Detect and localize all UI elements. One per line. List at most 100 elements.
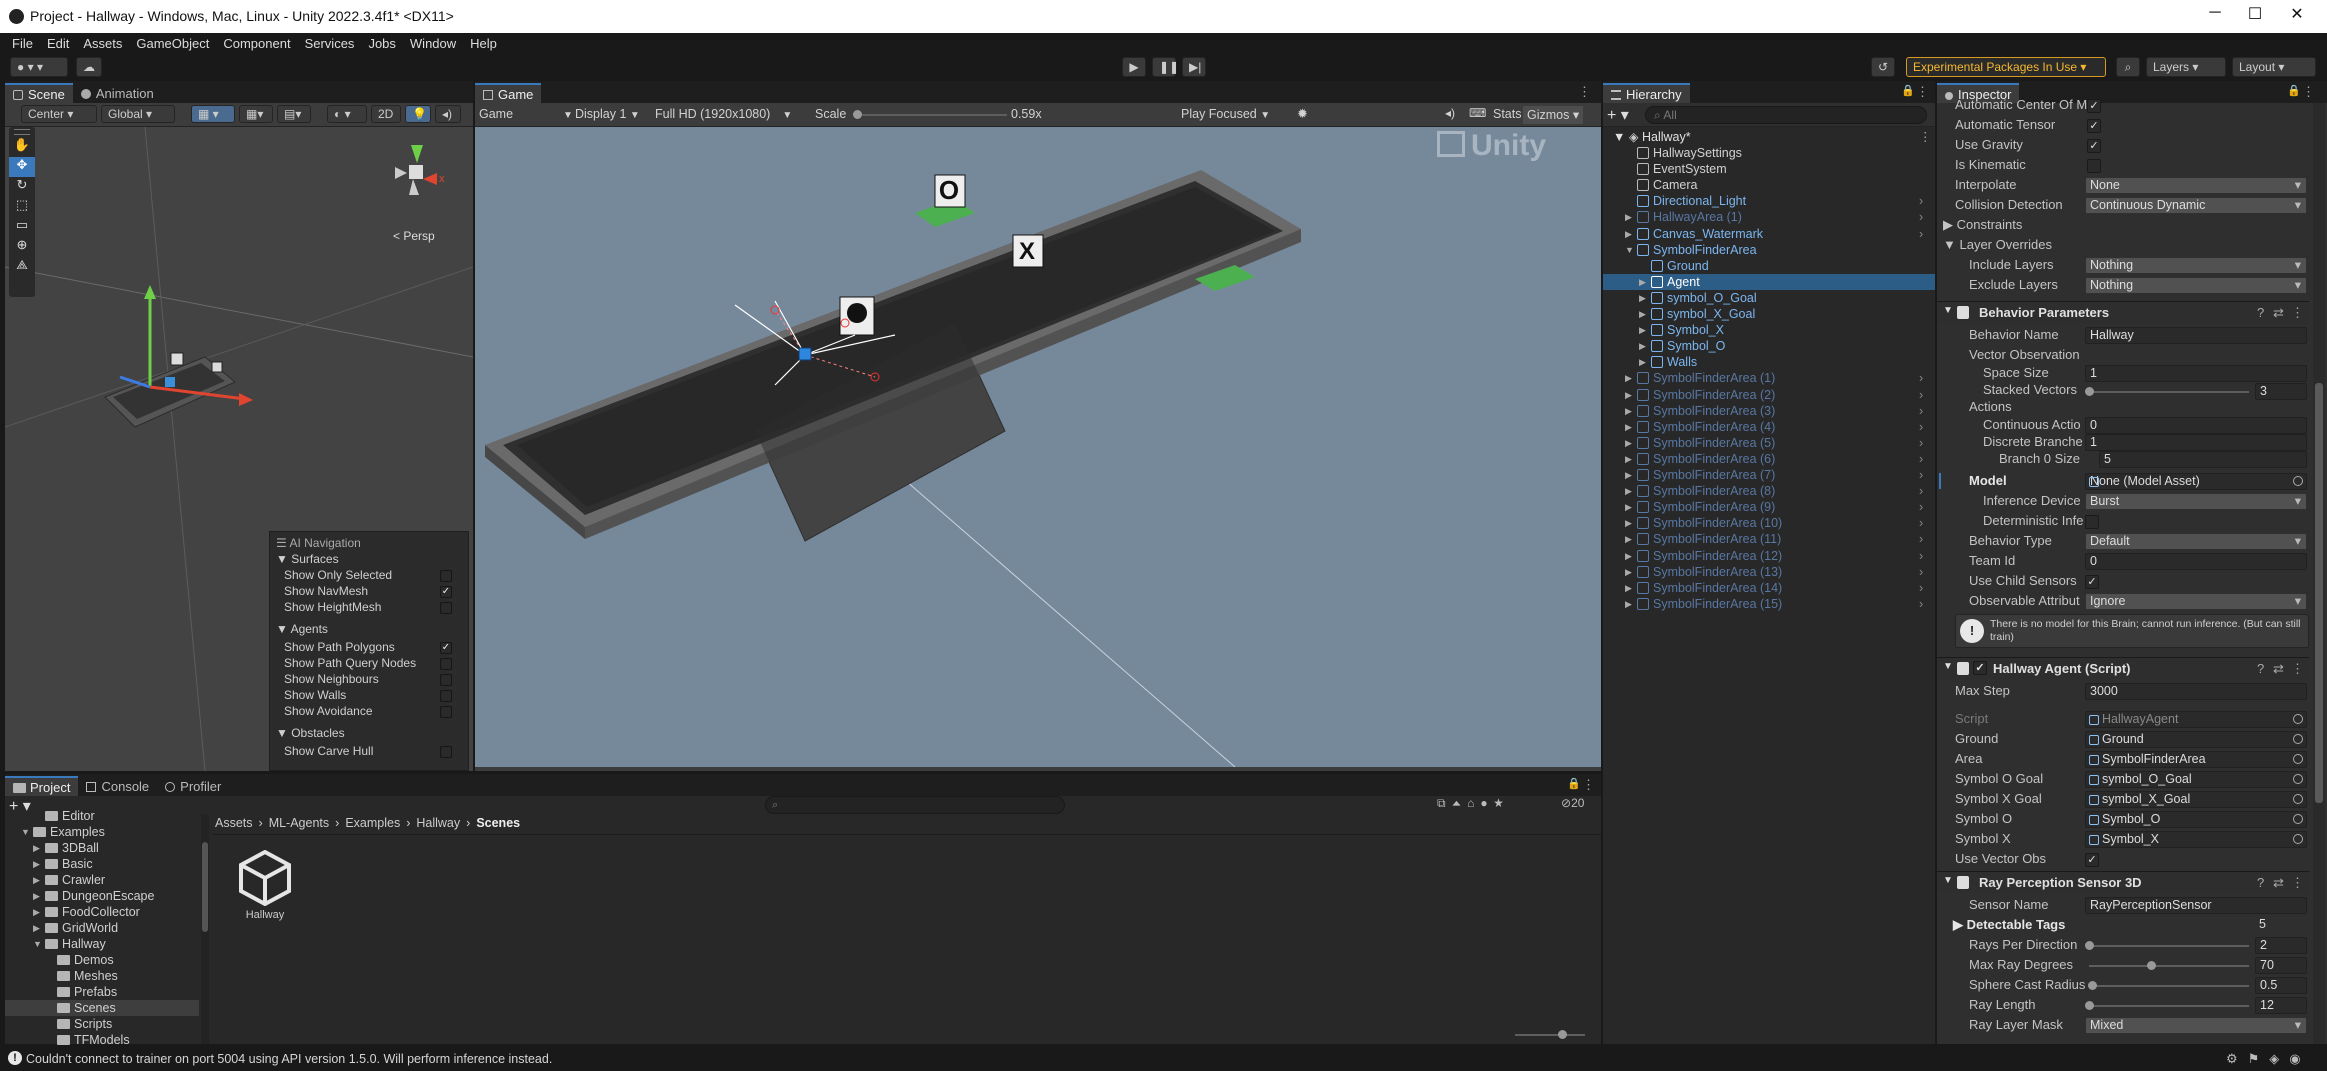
object-picker-icon[interactable] — [2293, 774, 2303, 784]
scale-slider-knob[interactable] — [853, 110, 862, 119]
project-tree-item[interactable]: ▼ Examples — [5, 824, 199, 840]
auto-tensor-checkbox[interactable]: ✓ — [2087, 119, 2101, 133]
show-heightmesh-checkbox[interactable] — [440, 602, 452, 614]
project-search-input[interactable]: ⌕ — [765, 796, 1065, 814]
agents-header[interactable]: ▼ Agents — [276, 622, 328, 637]
scene-root-item[interactable]: ▼ ◈ Hallway* ⋮ — [1613, 129, 1933, 145]
expand-arrow-icon[interactable]: ▶ — [1625, 387, 1632, 403]
behavior-name-input[interactable]: Hallway — [2085, 327, 2307, 344]
hierarchy-item[interactable]: ▼ SymbolFinderArea — [1603, 242, 1935, 258]
prefab-open-icon[interactable]: › — [1919, 483, 1923, 499]
tab-scene[interactable]: Scene — [5, 83, 73, 103]
prefab-open-icon[interactable]: › — [1919, 499, 1923, 515]
ray-length-input[interactable]: 12 — [2255, 997, 2307, 1014]
breadcrumb-examples[interactable]: Examples — [345, 816, 400, 830]
preset-icon[interactable]: ⇄ — [2273, 661, 2284, 677]
panel-menu-icon[interactable]: ⋮ — [1582, 777, 1595, 793]
expand-arrow-icon[interactable]: ▶ — [1639, 306, 1646, 322]
scene-gizmo[interactable]: x — [387, 143, 447, 203]
ray-perception-header[interactable]: ▼ Ray Perception Sensor 3D ? ⇄ ⋮ — [1937, 871, 2309, 893]
scrollbar-thumb[interactable] — [2315, 383, 2323, 803]
prefab-open-icon[interactable]: › — [1919, 419, 1923, 435]
hierarchy-item[interactable]: ▶ Canvas_Watermark › — [1603, 226, 1935, 242]
menu-edit[interactable]: Edit — [47, 36, 69, 51]
project-tree-item[interactable]: Demos — [5, 952, 199, 968]
project-tree-item[interactable]: ▶ GridWorld — [5, 920, 199, 936]
search-icon[interactable]: ⌕ — [2116, 57, 2140, 77]
expand-arrow-icon[interactable]: ▶ — [33, 920, 40, 936]
menu-component[interactable]: Component — [223, 36, 290, 51]
hierarchy-item[interactable]: ▶ SymbolFinderArea (5) › — [1603, 435, 1935, 451]
hierarchy-item[interactable]: HallwaySettings — [1603, 145, 1935, 161]
debug-icon[interactable]: ✹ — [1297, 106, 1308, 122]
rect-tool-icon[interactable]: ▭ — [9, 217, 35, 237]
max-ray-degrees-input[interactable]: 70 — [2255, 957, 2307, 974]
breadcrumb-assets[interactable]: Assets — [215, 816, 253, 830]
use-gravity-checkbox[interactable]: ✓ — [2087, 139, 2101, 153]
tab-game[interactable]: Game — [475, 83, 542, 103]
lighting-icon[interactable]: 💡 — [405, 105, 431, 123]
prefab-open-icon[interactable]: › — [1919, 370, 1923, 386]
sphere-slider-track[interactable] — [2089, 985, 2249, 987]
hierarchy-item[interactable]: ▶ symbol_O_Goal — [1603, 290, 1935, 306]
expand-arrow-icon[interactable]: ▶ — [1639, 354, 1646, 370]
show-carve-hull-checkbox[interactable] — [440, 746, 452, 758]
scale-tool-icon[interactable]: ⬚ — [9, 197, 35, 217]
symbol-x-field[interactable]: Symbol_X — [2085, 831, 2307, 848]
experimental-packages-button[interactable]: Experimental Packages In Use ▾ — [1906, 57, 2106, 77]
tab-hierarchy[interactable]: Hierarchy — [1603, 83, 1690, 103]
hierarchy-item[interactable]: EventSystem — [1603, 161, 1935, 177]
stacked-vectors-slider-knob[interactable] — [2085, 387, 2094, 396]
expand-arrow-icon[interactable]: ▶ — [33, 904, 40, 920]
expand-arrow-icon[interactable]: ▶ — [33, 840, 40, 856]
hierarchy-item[interactable]: ▶ SymbolFinderArea (10) › — [1603, 515, 1935, 531]
model-field[interactable]: None (Model Asset) — [2085, 473, 2307, 490]
prefab-open-icon[interactable]: › — [1919, 387, 1923, 403]
menu-jobs[interactable]: Jobs — [368, 36, 395, 51]
menu-window[interactable]: Window — [410, 36, 456, 51]
detectable-tags-foldout[interactable]: ▶ Detectable Tags — [1953, 917, 2065, 935]
menu-gameobject[interactable]: GameObject — [136, 36, 209, 51]
project-tree-item[interactable]: Meshes — [5, 968, 199, 984]
auto-center-checkbox[interactable]: ✓ — [2087, 99, 2101, 113]
prefab-open-icon[interactable]: › — [1919, 580, 1923, 596]
object-picker-icon[interactable] — [2293, 714, 2303, 724]
panel-menu-icon[interactable]: ⋮ — [1916, 84, 1929, 100]
constraints-foldout[interactable]: ▶ Constraints — [1943, 217, 2022, 235]
scene-menu-icon[interactable]: ⋮ — [1919, 129, 1932, 145]
detectable-tags-count[interactable]: 5 — [2255, 917, 2307, 934]
hierarchy-item[interactable]: ▶ Agent — [1603, 273, 1935, 290]
hierarchy-item[interactable]: ▶ SymbolFinderArea (3) › — [1603, 403, 1935, 419]
prefab-open-icon[interactable]: › — [1919, 193, 1923, 209]
pivot-global-dropdown[interactable]: Global ▾ — [101, 105, 175, 123]
rays-slider-track[interactable] — [2089, 945, 2249, 947]
project-tree-item[interactable]: ▶ Crawler — [5, 872, 199, 888]
custom-tool-icon[interactable]: ⟁ — [9, 257, 35, 277]
expand-arrow-icon[interactable]: ▶ — [1625, 226, 1632, 242]
hierarchy-item[interactable]: ▶ SymbolFinderArea (8) › — [1603, 483, 1935, 499]
snap-increment-button[interactable]: ▦▾ — [239, 105, 273, 123]
status-icons[interactable]: ⚙⚑◈◉ — [2226, 1051, 2311, 1067]
expand-arrow-icon[interactable]: ▶ — [1625, 580, 1632, 596]
tab-project[interactable]: Project — [5, 776, 79, 796]
menu-file[interactable]: File — [12, 36, 33, 51]
show-walls-checkbox[interactable] — [440, 690, 452, 702]
project-tree-item[interactable]: ▶ Basic — [5, 856, 199, 872]
prefab-open-icon[interactable]: › — [1919, 531, 1923, 547]
sphere-slider-knob[interactable] — [2088, 981, 2098, 990]
object-picker-icon[interactable] — [2293, 754, 2303, 764]
tree-scrollbar[interactable] — [201, 814, 209, 1044]
hierarchy-item[interactable]: ▶ SymbolFinderArea (6) › — [1603, 451, 1935, 467]
prefab-open-icon[interactable]: › — [1919, 596, 1923, 612]
tab-animation[interactable]: Animation — [73, 83, 162, 103]
hierarchy-search-input[interactable]: ⌕ All — [1645, 106, 1927, 124]
mode-2d-button[interactable]: 2D — [371, 105, 401, 123]
prefab-open-icon[interactable]: › — [1919, 209, 1923, 225]
help-icon[interactable]: ? — [2257, 875, 2264, 890]
is-kinematic-checkbox[interactable] — [2087, 159, 2101, 173]
prefab-open-icon[interactable]: › — [1919, 515, 1923, 531]
move-tool-icon[interactable]: ✥ — [9, 157, 35, 177]
deterministic-inference-checkbox[interactable] — [2085, 515, 2099, 529]
rotate-tool-icon[interactable]: ↻ — [9, 177, 35, 197]
expand-arrow-icon[interactable]: ▶ — [1625, 435, 1632, 451]
